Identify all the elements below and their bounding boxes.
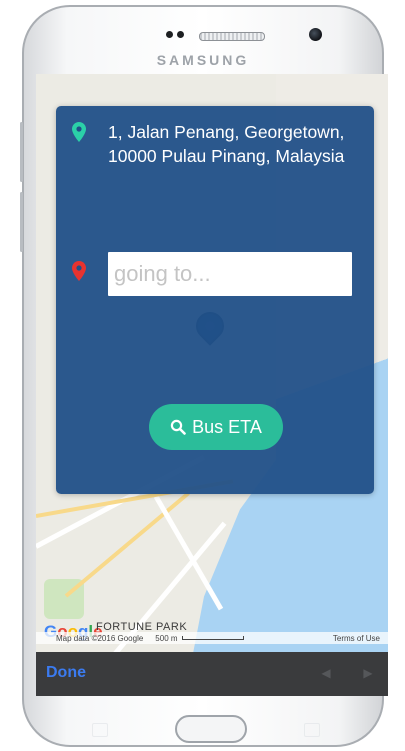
- bus-eta-label: Bus ETA: [192, 416, 262, 437]
- recent-apps-key: [92, 723, 108, 737]
- volume-button-lower: [20, 192, 23, 252]
- destination-input[interactable]: [108, 252, 352, 296]
- volume-button: [20, 122, 23, 182]
- back-key: [304, 723, 320, 737]
- terms-of-use-link[interactable]: Terms of Use: [333, 634, 380, 643]
- front-camera: [309, 28, 322, 41]
- phone-top-bezel: SAMSUNG: [24, 7, 382, 77]
- earpiece-speaker: [199, 32, 265, 41]
- map-scale-label: 500 m: [155, 633, 178, 643]
- map-data-credit: Map data ©2016 Google: [56, 633, 144, 643]
- brand-logo: SAMSUNG: [156, 52, 250, 68]
- map-scale: 500 m: [155, 633, 244, 643]
- sensor-dots: [166, 31, 184, 38]
- done-button[interactable]: Done: [46, 664, 86, 682]
- map-marker-icon: [72, 261, 86, 281]
- search-icon: [170, 419, 186, 435]
- chevron-right-icon[interactable]: ▶: [362, 666, 374, 680]
- app-screen: Google FORTUNE PARK Map data ©2016 Googl…: [36, 74, 388, 696]
- route-panel: 1, Jalan Penang, Georgetown, 10000 Pulau…: [56, 106, 374, 494]
- map-marker-icon: [72, 122, 86, 142]
- bus-eta-button[interactable]: Bus ETA: [149, 404, 283, 450]
- chevron-left-icon[interactable]: ◀: [320, 666, 332, 680]
- home-button[interactable]: [175, 715, 247, 743]
- keyboard-toolbar: Done ◀ ▶: [36, 652, 388, 696]
- map-attribution-bar: Map data ©2016 Google 500 m Terms of Use: [36, 632, 388, 644]
- origin-address: 1, Jalan Penang, Georgetown, 10000 Pulau…: [108, 122, 345, 166]
- map-scale-bar: [181, 636, 244, 640]
